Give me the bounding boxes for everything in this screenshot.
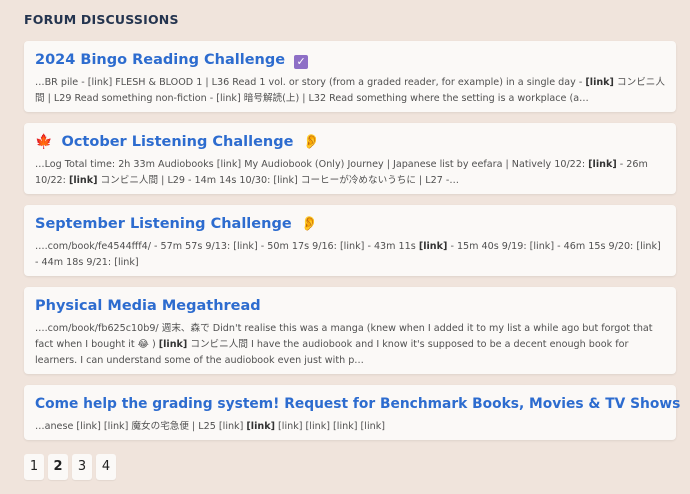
topic-title-link[interactable]: Physical Media Megathread bbox=[35, 296, 665, 316]
topic-excerpt: …anese [link] [link] 魔女の宅急便 | L25 [link]… bbox=[35, 419, 665, 435]
topic-excerpt: …BR pile - [link] FLESH & BLOOD 1 | L36 … bbox=[35, 75, 665, 107]
excerpt-link[interactable]: [link] bbox=[419, 241, 448, 252]
excerpt-text: …anese [link] [link] 魔女の宅急便 | L25 [link] bbox=[35, 421, 247, 432]
excerpt-link[interactable]: [link] bbox=[246, 421, 275, 432]
excerpt-text: [link] [link] [link] [link] bbox=[274, 421, 385, 432]
topic-card: September Listening Challenge 👂 ….com/bo… bbox=[24, 205, 676, 276]
topic-title-link[interactable]: 2024 Bingo Reading Challenge ✓ bbox=[35, 50, 665, 70]
page-button-2[interactable]: 2 bbox=[48, 454, 68, 480]
excerpt-link[interactable]: [link] bbox=[585, 77, 614, 88]
ear-icon: 👂 bbox=[302, 134, 320, 150]
topic-title-text: October Listening Challenge bbox=[61, 134, 294, 150]
excerpt-text: ….com/book/fe4544fff4/ - 57m 57s 9/13: [… bbox=[35, 241, 419, 252]
topic-excerpt: ….com/book/fb625c10b9/ 週末、森で Didn't real… bbox=[35, 321, 665, 369]
topic-card: 🍁 October Listening Challenge 👂 …Log Tot… bbox=[24, 123, 676, 194]
maple-leaf-icon: 🍁 bbox=[35, 134, 53, 150]
topic-excerpt: …Log Total time: 2h 33m Audiobooks [link… bbox=[35, 157, 665, 189]
check-mark-icon: ✓ bbox=[294, 55, 309, 69]
topic-title-text: September Listening Challenge bbox=[35, 216, 292, 232]
page-button-1[interactable]: 1 bbox=[24, 454, 44, 480]
topic-title-link[interactable]: September Listening Challenge 👂 bbox=[35, 214, 665, 234]
excerpt-link[interactable]: [link] bbox=[69, 175, 98, 186]
excerpt-text: …BR pile - [link] FLESH & BLOOD 1 | L36 … bbox=[35, 77, 586, 88]
excerpt-text: …Log Total time: 2h 33m Audiobooks [link… bbox=[35, 159, 589, 170]
excerpt-link[interactable]: [link] bbox=[588, 159, 617, 170]
excerpt-link[interactable]: [link] bbox=[159, 339, 188, 350]
topic-title-link[interactable]: 🍁 October Listening Challenge 👂 bbox=[35, 132, 665, 152]
page-button-3[interactable]: 3 bbox=[72, 454, 92, 480]
topic-title-text: 2024 Bingo Reading Challenge bbox=[35, 52, 286, 68]
pagination: 1 2 3 4 bbox=[24, 454, 116, 480]
topic-excerpt: ….com/book/fe4544fff4/ - 57m 57s 9/13: [… bbox=[35, 239, 665, 271]
excerpt-text: コンビニ人間 | L29 - 14m 14s 10/30: [link] コーヒ… bbox=[97, 175, 459, 186]
topic-card: Physical Media Megathread ….com/book/fb6… bbox=[24, 287, 676, 374]
topic-card: 2024 Bingo Reading Challenge ✓ …BR pile … bbox=[24, 41, 676, 112]
topic-title-text: Physical Media Megathread bbox=[35, 298, 261, 314]
topic-title-text: Come help the grading system! Request fo… bbox=[35, 396, 681, 412]
section-title: FORUM DISCUSSIONS bbox=[24, 12, 179, 27]
topic-card: Come help the grading system! Request fo… bbox=[24, 385, 680, 440]
ear-icon: 👂 bbox=[300, 216, 319, 232]
topic-title-link[interactable]: Come help the grading system! Request fo… bbox=[35, 394, 680, 414]
page-button-4[interactable]: 4 bbox=[96, 454, 116, 480]
